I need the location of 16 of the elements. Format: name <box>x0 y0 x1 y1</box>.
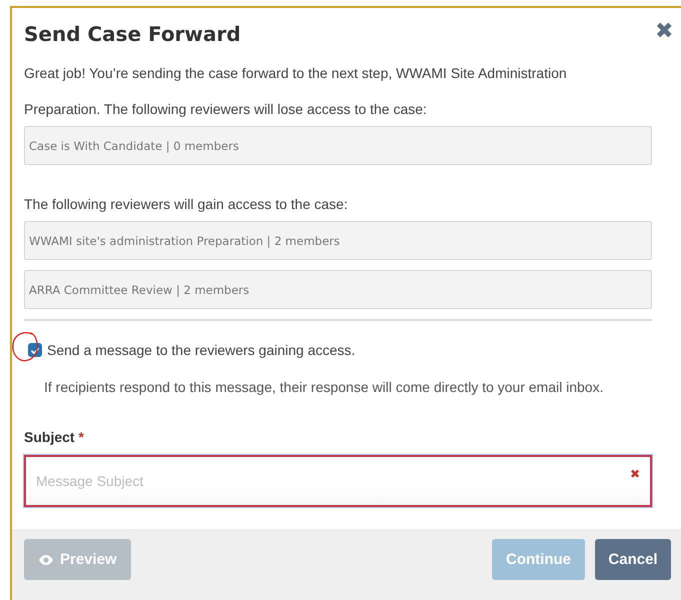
checkbox-label: Send a message to the reviewers gaining access. <box>47 342 356 358</box>
subject-label: Subject * <box>24 429 85 445</box>
clear-icon[interactable]: ✖ <box>630 467 640 481</box>
secondary-button[interactable]: Cancel <box>595 539 671 580</box>
gain-access-text: The following reviewers will gain access to the case: <box>24 195 349 213</box>
intro-text: Great job! You’re sending the case forward to the next step, WWAMI Site Administration <box>24 64 568 82</box>
intro-text: Preparation. The following reviewers will lose access to the case: <box>24 100 428 118</box>
dialog-title: Send Case Forward <box>24 22 241 46</box>
close-button[interactable]: ✖ <box>655 20 673 42</box>
checkbox[interactable] <box>28 343 42 357</box>
reviewer-group-field: WWAMI site's administration Preparation | 2 members <box>24 221 652 260</box>
reviewer-group-field: ARRA Committee Review | 2 members <box>24 270 652 309</box>
help-text: If recipients respond to this message, their response will come directly to your email inbox. <box>44 379 604 395</box>
reviewer-group-field: Case is With Candidate | 0 members <box>24 126 652 165</box>
eye-icon <box>38 554 54 566</box>
subject-field[interactable]: Message Subject ✖ <box>24 455 652 507</box>
